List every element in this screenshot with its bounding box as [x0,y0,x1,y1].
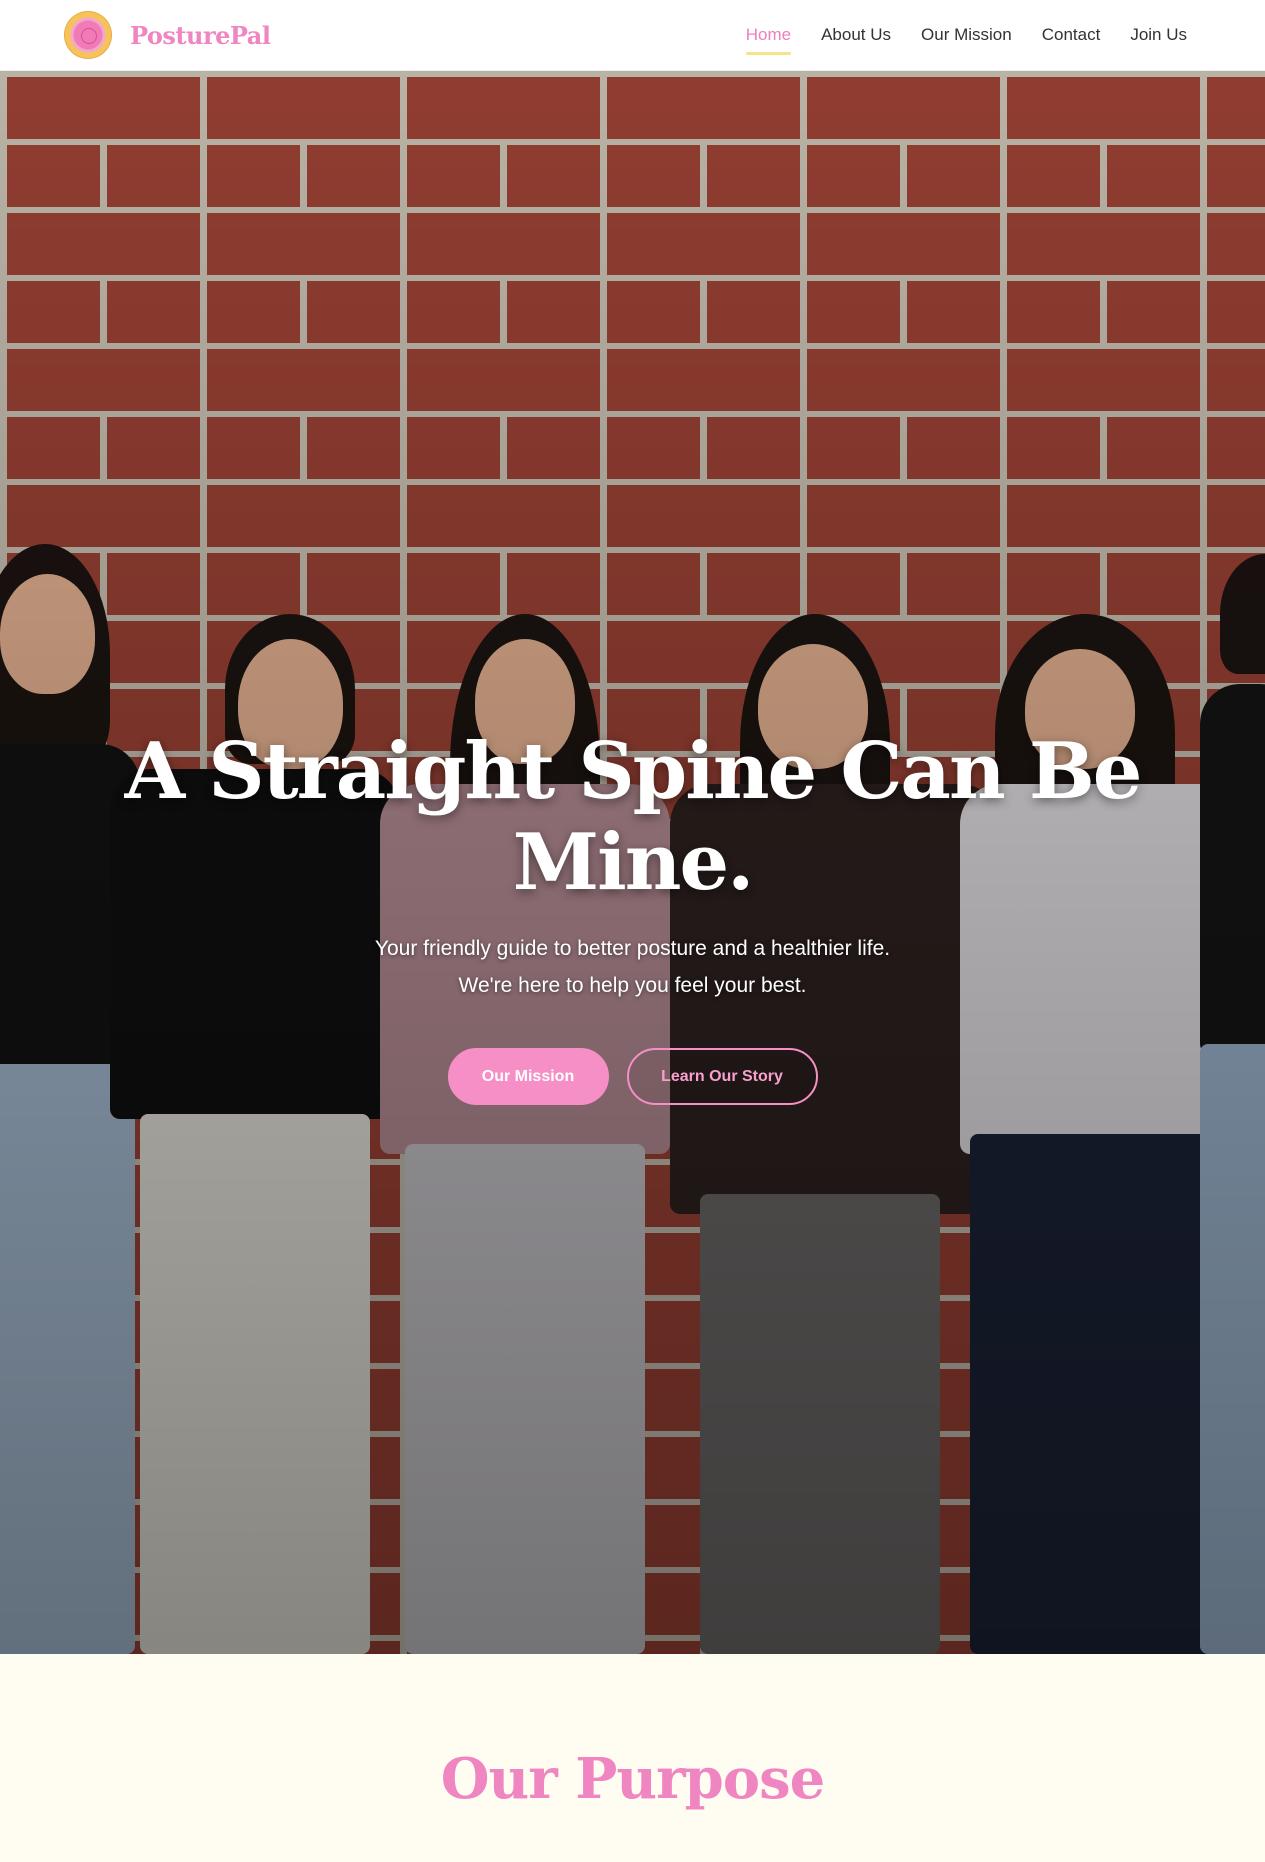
hero-subtitle-line-2: We're here to help you feel your best. [458,974,807,997]
hero-subtitle-line-1: Your friendly guide to better posture an… [374,937,891,960]
posturepal-logo-icon[interactable] [64,11,112,59]
hero-title: A Straight Spine Can Be Mine. [124,726,1143,908]
hero-buttons: Our Mission Learn Our Story [0,1048,1265,1105]
hero-subtitle: Your friendly guide to better posture an… [0,930,1265,1004]
nav-item-our-mission[interactable]: Our Mission [921,19,1012,51]
learn-our-story-button[interactable]: Learn Our Story [626,1048,818,1105]
nav-item-home[interactable]: Home [745,19,792,55]
purpose-title: Our Purpose [440,1746,826,1812]
purpose-section: Our Purpose [0,1654,1265,1862]
nav-item-about-us[interactable]: About Us [821,19,891,51]
nav-item-join-us[interactable]: Join Us [1130,19,1187,51]
site-header: PosturePal Home About Us Our Mission Con… [0,0,1265,71]
hero-section: A Straight Spine Can Be Mine. Your frien… [0,71,1265,1654]
brand[interactable]: PosturePal [64,11,271,59]
our-mission-button[interactable]: Our Mission [447,1048,609,1105]
main-nav: Home About Us Our Mission Contact Join U… [745,19,1187,55]
hero-content: A Straight Spine Can Be Mine. Your frien… [0,726,1265,1105]
brand-name[interactable]: PosturePal [130,21,271,50]
nav-item-contact[interactable]: Contact [1042,19,1101,51]
